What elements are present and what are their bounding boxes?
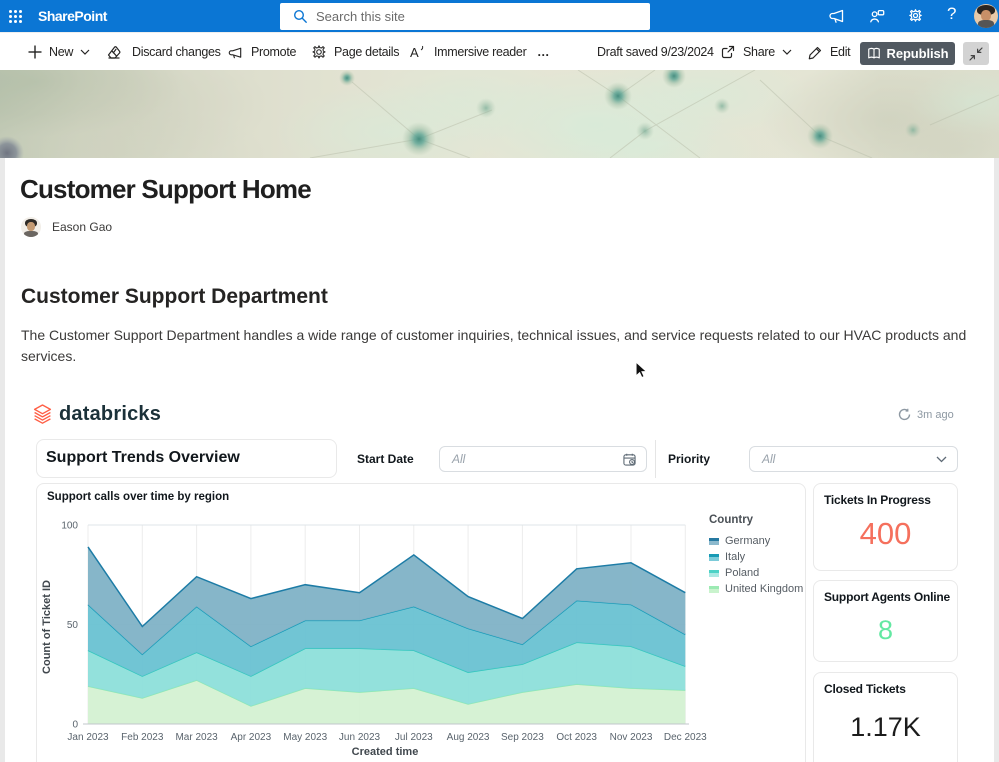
svg-text:Apr 2023: Apr 2023 [231,732,272,743]
svg-text:Sep 2023: Sep 2023 [501,732,544,743]
svg-text:0: 0 [72,720,78,731]
svg-text:Aug 2023: Aug 2023 [447,732,490,743]
svg-text:Feb 2023: Feb 2023 [121,732,164,743]
svg-text:Oct 2023: Oct 2023 [556,732,597,743]
svg-text:Created time: Created time [352,746,419,758]
svg-text:Dec 2023: Dec 2023 [664,732,707,743]
svg-text:Jan 2023: Jan 2023 [67,732,109,743]
svg-text:Count of Ticket ID: Count of Ticket ID [41,580,53,674]
svg-text:Nov 2023: Nov 2023 [610,732,653,743]
svg-text:May 2023: May 2023 [283,732,327,743]
svg-text:Mar 2023: Mar 2023 [175,732,218,743]
svg-text:Jun 2023: Jun 2023 [339,732,381,743]
svg-text:100: 100 [61,521,78,532]
svg-text:Jul 2023: Jul 2023 [395,732,433,743]
svg-text:50: 50 [67,620,79,631]
svg-text:A: A [410,45,419,60]
